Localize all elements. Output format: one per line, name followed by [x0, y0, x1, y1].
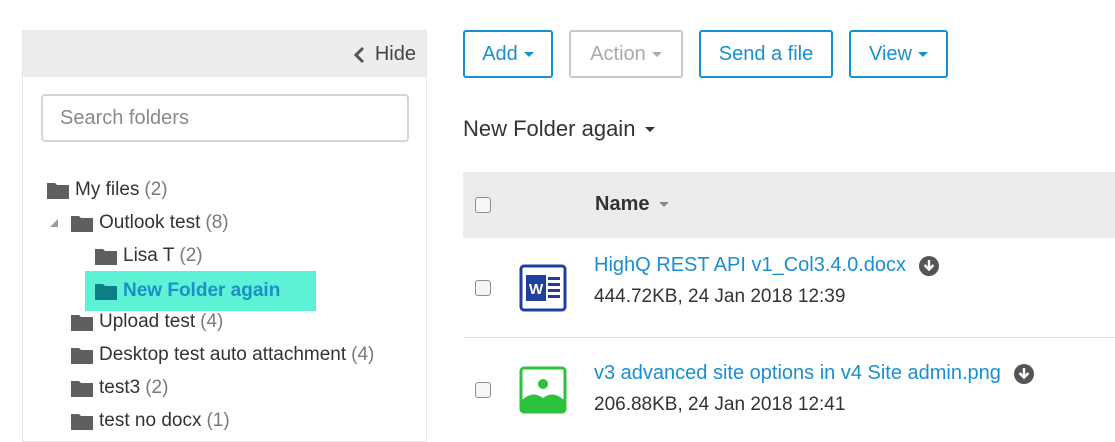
folder-icon — [47, 183, 69, 199]
file-table-header: Name — [463, 172, 1115, 238]
tree-item-outlook-test[interactable]: Outlook test (8) — [50, 208, 229, 238]
row-checkbox[interactable] — [475, 382, 491, 398]
tree-item-test3[interactable]: test3 (2) — [71, 373, 168, 403]
name-column-header[interactable]: Name — [595, 193, 670, 216]
tree-item-label: New Folder again — [123, 280, 281, 301]
tree-item-label: test3 — [99, 377, 141, 398]
caret-down-icon — [918, 51, 928, 57]
tree-item-upload-test[interactable]: Upload test (4) — [71, 307, 223, 337]
sort-caret-icon — [659, 202, 670, 207]
hide-label: Hide — [374, 43, 416, 65]
folder-icon — [71, 348, 93, 364]
add-button[interactable]: Add — [463, 30, 553, 78]
tree-item-new-folder-again[interactable]: New Folder again — [85, 271, 317, 311]
search-folders-input[interactable] — [41, 94, 409, 142]
select-all-checkbox[interactable] — [475, 197, 491, 213]
tree-item-label: My files — [75, 179, 140, 200]
tree-item-count: (2) — [179, 245, 203, 266]
sidebar-header: Hide — [23, 31, 426, 77]
caret-down-icon — [645, 126, 656, 132]
file-name-text: HighQ REST API v1_Col3.4.0.docx — [594, 254, 907, 276]
tree-item-desktop-test-auto-attachment[interactable]: Desktop test auto attachment (4) — [71, 340, 374, 370]
word-document-icon: W — [519, 264, 567, 312]
folder-sidebar: Hide My files (2) Outlook test (8) Lisa … — [22, 30, 427, 442]
folder-icon — [71, 381, 93, 397]
tree-item-label: test no docx — [99, 410, 202, 431]
image-file-icon — [519, 366, 567, 414]
tree-item-my-files[interactable]: My files (2) — [47, 175, 168, 205]
folder-icon — [71, 315, 93, 331]
add-button-label: Add — [482, 42, 518, 65]
tree-item-label: Desktop test auto attachment — [99, 344, 347, 365]
tree-item-count: (2) — [144, 179, 168, 200]
file-row[interactable]: v3 advanced site options in v4 Site admi… — [463, 338, 1115, 438]
tree-item-test-no-docx[interactable]: test no docx (1) — [71, 406, 230, 436]
row-checkbox[interactable] — [475, 280, 491, 296]
svg-text:W: W — [529, 281, 544, 298]
folder-icon — [71, 414, 93, 430]
folder-icon — [71, 216, 93, 232]
file-name-text: v3 advanced site options in v4 Site admi… — [594, 362, 1001, 384]
tree-item-count: (1) — [206, 410, 230, 431]
view-button-label: View — [869, 42, 912, 65]
file-row[interactable]: W HighQ REST API v1_Col3.4.0.docx 444.72… — [463, 238, 1115, 338]
tree-item-count: (4) — [351, 344, 375, 365]
send-file-button[interactable]: Send a file — [699, 30, 833, 78]
caret-down-icon — [523, 51, 534, 57]
folder-icon — [95, 284, 117, 300]
download-icon[interactable] — [1013, 363, 1035, 385]
tree-item-count: (4) — [200, 311, 224, 332]
name-column-label: Name — [595, 193, 650, 215]
action-button[interactable]: Action — [569, 30, 683, 78]
expanded-triangle-icon[interactable] — [49, 218, 59, 228]
hide-sidebar-button[interactable]: Hide — [353, 43, 416, 66]
file-meta: 206.88KB, 24 Jan 2018 12:41 — [594, 394, 846, 415]
view-button[interactable]: View — [849, 30, 948, 78]
current-folder-title[interactable]: New Folder again — [463, 116, 656, 142]
tree-item-label: Upload test — [99, 311, 196, 332]
tree-item-count: (8) — [205, 212, 229, 233]
folder-icon — [95, 249, 117, 265]
file-name-link[interactable]: v3 advanced site options in v4 Site admi… — [594, 362, 1035, 385]
tree-item-count: (2) — [145, 377, 169, 398]
tree-item-label: Lisa T — [123, 245, 175, 266]
file-name-link[interactable]: HighQ REST API v1_Col3.4.0.docx — [594, 254, 940, 277]
send-file-button-label: Send a file — [718, 42, 814, 65]
action-button-label: Action — [590, 42, 646, 65]
folder-title-text: New Folder again — [463, 116, 636, 141]
chevron-left-icon — [353, 46, 364, 63]
file-meta: 444.72KB, 24 Jan 2018 12:39 — [594, 286, 846, 307]
caret-down-icon — [651, 51, 662, 57]
tree-item-lisa-t[interactable]: Lisa T (2) — [95, 241, 203, 271]
download-icon[interactable] — [918, 255, 940, 277]
tree-item-label: Outlook test — [99, 212, 201, 233]
